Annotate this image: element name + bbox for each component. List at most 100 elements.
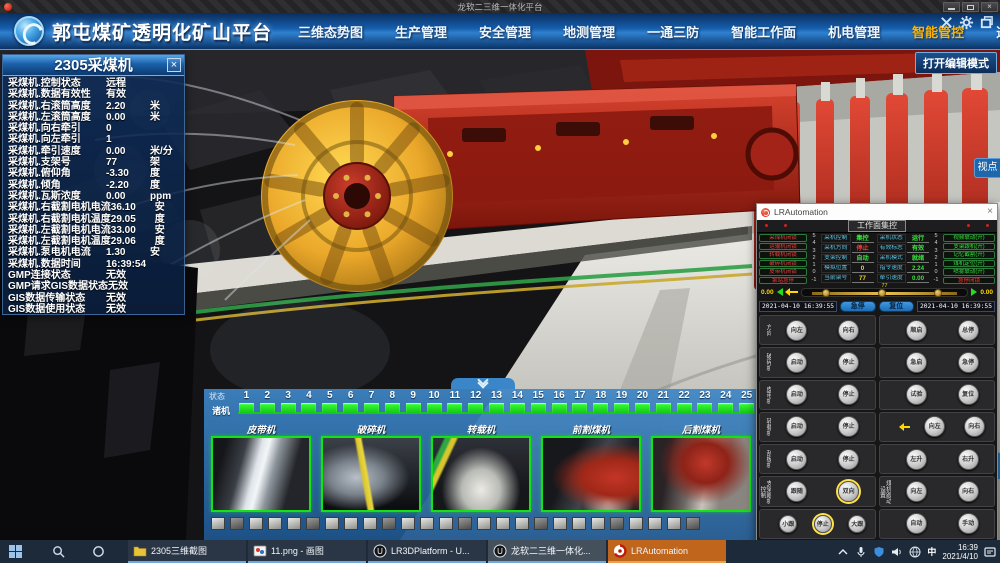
filmstrip-tile[interactable] [382, 517, 396, 530]
lockout-button[interactable]: 运输机闭锁 [759, 243, 807, 251]
round-control-button[interactable]: 启动 [786, 352, 807, 373]
filmstrip-tile[interactable] [629, 517, 643, 530]
nav-item-link[interactable]: 安全管理 [463, 22, 547, 41]
filmstrip-tile[interactable] [477, 517, 491, 530]
filmstrip-tile[interactable] [496, 517, 510, 530]
round-control-button[interactable]: 急启 [906, 352, 927, 373]
filmstrip-tile[interactable] [344, 517, 358, 530]
round-control-button[interactable]: 启动 [786, 449, 807, 470]
taskbar-item[interactable]: LRAutomation [608, 540, 726, 563]
nav-item-link[interactable]: 机电管理 [812, 22, 896, 41]
open-edit-mode-button[interactable]: 打开编辑模式 [915, 52, 997, 74]
restore-window-icon[interactable] [979, 15, 994, 30]
nav-item-link[interactable]: 一通三防 [631, 22, 715, 41]
viewpoint-tab[interactable]: 视点 [974, 158, 1000, 178]
filmstrip-tile[interactable] [553, 517, 567, 530]
cortana-icon[interactable] [86, 540, 110, 563]
filmstrip-tile[interactable] [591, 517, 605, 530]
close-button[interactable]: × [981, 2, 998, 12]
tools-icon[interactable] [939, 15, 954, 30]
round-control-button[interactable]: 急停 [958, 352, 979, 373]
link-button[interactable]: 煤机定位(开) [943, 260, 995, 268]
link-button[interactable]: 喷雾联动(开) [943, 268, 995, 276]
nav-item-link[interactable]: 生产管理 [379, 22, 463, 41]
round-control-button[interactable]: 小跟 [779, 515, 797, 533]
filmstrip-tile[interactable] [363, 517, 377, 530]
camera-thumb[interactable] [541, 436, 641, 512]
filmstrip-tile[interactable] [401, 517, 415, 530]
lockout-button[interactable]: 采煤机闭锁 [759, 234, 807, 242]
round-control-button[interactable]: 向左 [924, 416, 945, 437]
filmstrip-tile[interactable] [325, 517, 339, 530]
filmstrip-tile[interactable] [572, 517, 586, 530]
close-icon[interactable]: × [987, 207, 993, 217]
lrautomation-titlebar[interactable]: LRAutomation × [757, 204, 997, 220]
round-control-button[interactable]: 停止 [838, 416, 859, 437]
slider-knob[interactable] [822, 289, 830, 297]
round-control-button[interactable]: 停止 [838, 352, 859, 373]
taskbar-item[interactable]: U龙软二三维一体化... [488, 540, 606, 563]
round-control-button[interactable]: 顺启 [906, 320, 927, 341]
link-button[interactable]: 急停闭锁 [943, 277, 995, 285]
filmstrip-tile[interactable] [420, 517, 434, 530]
camera-thumb[interactable] [321, 436, 421, 512]
chevron-up-icon[interactable] [837, 546, 849, 558]
lockout-button[interactable]: 转载机闭锁 [759, 251, 807, 259]
filmstrip-tile[interactable] [648, 517, 662, 530]
clock[interactable]: 16:39 2021/4/10 [942, 543, 978, 561]
round-control-button[interactable]: 启动 [786, 384, 807, 405]
filmstrip-tile[interactable] [439, 517, 453, 530]
camera-thumb[interactable] [211, 436, 311, 512]
round-control-button[interactable]: 停止 [838, 384, 859, 405]
action-center-icon[interactable] [984, 546, 996, 558]
filmstrip-tile[interactable] [249, 517, 263, 530]
speaker-icon[interactable] [891, 546, 903, 558]
slider-track[interactable]: 77 [801, 288, 969, 297]
filmstrip-tile[interactable] [268, 517, 282, 530]
lockout-button[interactable]: 泵站急停 [759, 277, 807, 285]
link-button[interactable]: 视频联动(开) [943, 234, 995, 242]
minimize-button[interactable] [943, 2, 960, 12]
taskbar-item[interactable]: 2305三维截图 [128, 540, 246, 563]
ime-indicator[interactable]: 中 [927, 545, 936, 558]
nav-item-link[interactable]: 三维态势图 [282, 22, 379, 41]
round-control-button[interactable]: 向左 [906, 481, 927, 502]
round-control-button[interactable]: 向右 [838, 320, 859, 341]
round-control-button[interactable]: 启动 [786, 416, 807, 437]
round-control-button[interactable]: 试验 [906, 384, 927, 405]
round-control-button[interactable]: 大跟 [848, 515, 866, 533]
round-control-button[interactable]: 总停 [958, 320, 979, 341]
round-control-button[interactable]: 左升 [906, 449, 927, 470]
filmstrip-tile[interactable] [686, 517, 700, 530]
round-control-button[interactable]: 向右 [964, 416, 985, 437]
estop-button[interactable]: 急停 [840, 301, 875, 312]
filmstrip-tile[interactable] [211, 517, 225, 530]
search-icon[interactable] [46, 540, 70, 563]
gear-icon[interactable] [959, 15, 974, 30]
microphone-icon[interactable] [855, 546, 867, 558]
lockout-button[interactable]: 破碎机闭锁 [759, 260, 807, 268]
slider-knob[interactable] [878, 289, 886, 297]
round-control-button[interactable]: 手动 [958, 513, 979, 534]
taskbar-item[interactable]: ULR3DPlatform - U... [368, 540, 486, 563]
round-control-button[interactable]: 向左 [786, 320, 807, 341]
nav-item-link[interactable]: 智能工作面 [715, 22, 812, 41]
round-control-button[interactable]: 右升 [958, 449, 979, 470]
filmstrip-tile[interactable] [287, 517, 301, 530]
maximize-button[interactable] [962, 2, 979, 12]
filmstrip-tile[interactable] [458, 517, 472, 530]
round-control-button[interactable]: 自动 [906, 513, 927, 534]
slider-knob[interactable] [934, 289, 942, 297]
round-control-button[interactable]: 双向 [838, 481, 859, 502]
link-button[interactable]: 支架跟机(开) [943, 243, 995, 251]
round-control-button[interactable]: 复位 [958, 384, 979, 405]
lockout-button[interactable]: 皮带机闭锁 [759, 268, 807, 276]
filmstrip-tile[interactable] [534, 517, 548, 530]
filmstrip-tile[interactable] [667, 517, 681, 530]
nav-item-link[interactable]: 地测管理 [547, 22, 631, 41]
round-control-button[interactable]: 停止 [814, 515, 832, 533]
defender-shield-icon[interactable] [873, 546, 885, 558]
round-control-button[interactable]: 停止 [838, 449, 859, 470]
network-globe-icon[interactable] [909, 546, 921, 558]
start-button[interactable] [0, 540, 30, 563]
